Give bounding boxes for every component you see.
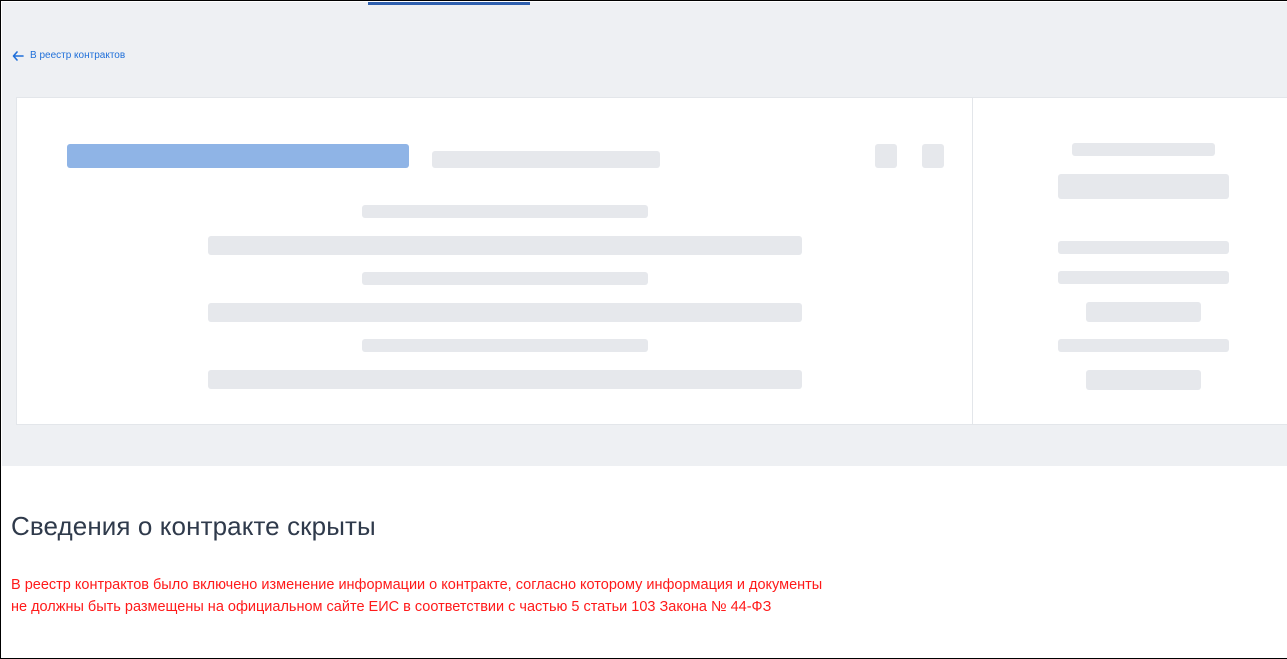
contract-card-loading-skeleton [16, 97, 1287, 425]
skeleton-label-bar [362, 205, 648, 218]
contract-header-area: В реестр контрактов [2, 2, 1287, 466]
card-column-divider [972, 98, 973, 424]
skeleton-value-bar [208, 370, 802, 389]
back-to-registry-link[interactable]: В реестр контрактов [12, 50, 125, 61]
arrow-left-icon [12, 50, 24, 61]
skeleton-value-bar [208, 236, 802, 255]
skeleton-side-bar [1058, 339, 1229, 352]
skeleton-label-bar [362, 272, 648, 285]
skeleton-action-button [922, 144, 944, 168]
back-link-label: В реестр контрактов [30, 50, 126, 61]
active-tab-indicator [368, 2, 530, 5]
page-frame: В реестр контрактов Сведения о контракте… [0, 0, 1287, 659]
skeleton-side-label [1072, 143, 1215, 156]
hidden-contract-notice: В реестр контрактов было включено измене… [11, 577, 823, 615]
skeleton-side-bar [1058, 271, 1229, 284]
skeleton-label-bar [362, 339, 648, 352]
skeleton-title-bar [67, 144, 409, 168]
skeleton-side-value [1058, 174, 1229, 199]
skeleton-side-bar [1086, 302, 1201, 322]
hidden-contract-heading: Сведения о контракте скрыты [11, 511, 376, 541]
skeleton-side-bar [1058, 241, 1229, 254]
skeleton-subtitle-bar [432, 151, 660, 168]
skeleton-action-button [875, 144, 897, 168]
skeleton-side-bar [1086, 370, 1201, 390]
skeleton-value-bar [208, 303, 802, 322]
